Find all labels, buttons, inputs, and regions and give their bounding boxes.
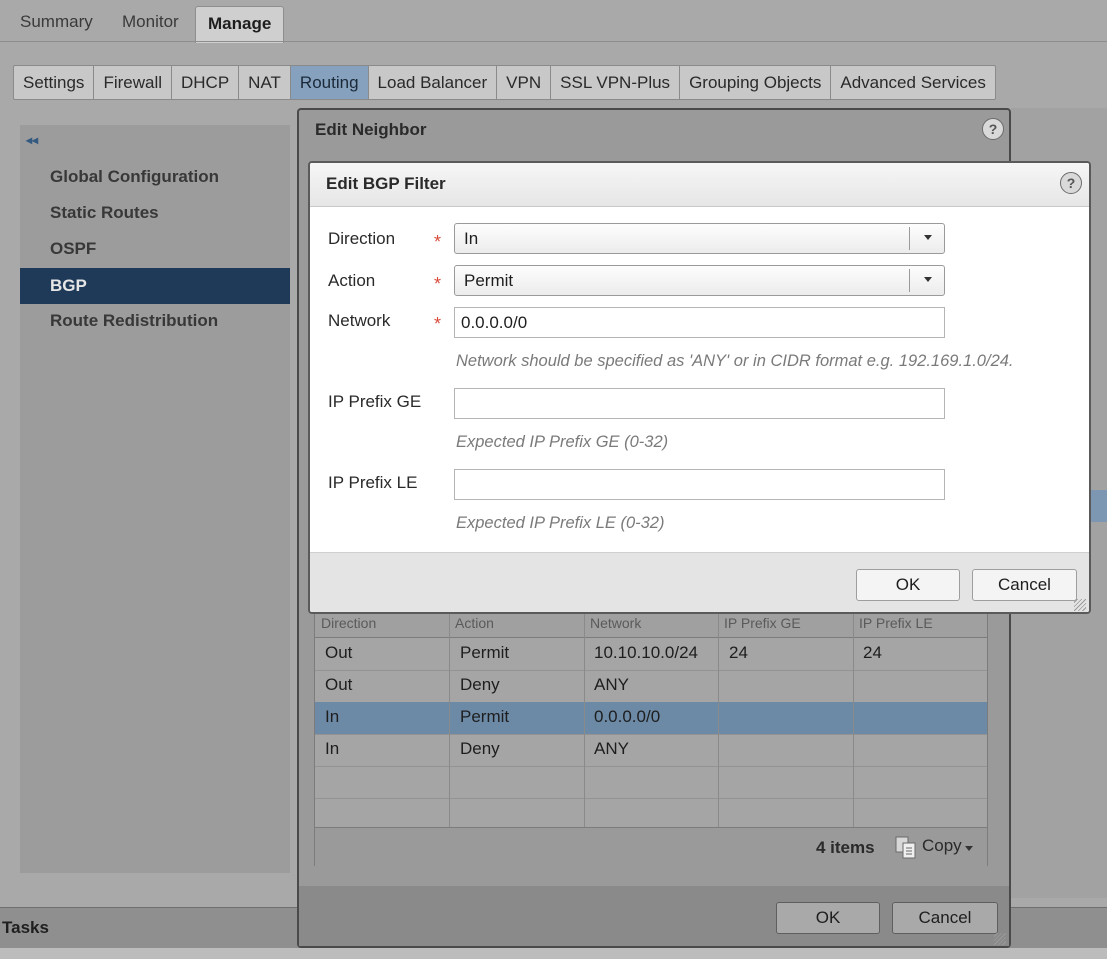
cell-network: ANY bbox=[594, 739, 629, 758]
network-label: Network bbox=[328, 311, 391, 330]
dialog-title: Edit BGP Filter bbox=[326, 174, 446, 193]
column-header-ip-prefix-ge[interactable]: IP Prefix GE bbox=[724, 615, 801, 631]
ip-prefix-ge-label: IP Prefix GE bbox=[328, 392, 422, 411]
cell-direction: Out bbox=[325, 675, 353, 694]
cell-action: Deny bbox=[460, 675, 500, 694]
subtab-firewall[interactable]: Firewall bbox=[94, 65, 172, 100]
tab-monitor[interactable]: Monitor bbox=[122, 8, 179, 40]
dialog-title-bar: Edit BGP Filter bbox=[310, 163, 1089, 207]
tasks-label: Tasks bbox=[2, 918, 49, 937]
copy-icon bbox=[895, 836, 916, 859]
resize-grip-icon[interactable] bbox=[1074, 599, 1086, 611]
action-value: Permit bbox=[464, 271, 514, 290]
subtab-dhcp[interactable]: DHCP bbox=[172, 65, 240, 100]
ip-prefix-ge-input[interactable] bbox=[454, 388, 945, 419]
neighbor-cancel-button[interactable]: Cancel bbox=[892, 902, 998, 934]
cell-network: 0.0.0.0/0 bbox=[594, 707, 661, 726]
cell-action: Permit bbox=[460, 643, 510, 662]
required-marker: * bbox=[434, 232, 442, 252]
nav-item-global-configuration[interactable]: Global Configuration bbox=[20, 159, 290, 195]
cell-action: Permit bbox=[460, 707, 510, 726]
select-divider bbox=[909, 227, 910, 250]
network-input[interactable] bbox=[454, 307, 945, 338]
item-count: 4 items bbox=[816, 838, 875, 857]
dialog-footer: OK Cancel bbox=[310, 552, 1089, 612]
ip-prefix-ge-hint: Expected IP Prefix GE (0-32) bbox=[456, 433, 669, 451]
subtab-routing[interactable]: Routing bbox=[290, 65, 369, 100]
ip-prefix-le-label: IP Prefix LE bbox=[328, 473, 418, 492]
sub-tab-bar: Settings Firewall DHCP NAT Routing Load … bbox=[13, 65, 996, 100]
network-hint: Network should be specified as 'ANY' or … bbox=[456, 352, 1014, 370]
tab-manage[interactable]: Manage bbox=[195, 6, 285, 43]
ip-prefix-le-input[interactable] bbox=[454, 469, 945, 500]
table-row-selected[interactable]: In Permit 0.0.0.0/0 bbox=[315, 702, 987, 735]
background-selected-row bbox=[1091, 490, 1107, 522]
action-label: Action bbox=[328, 271, 376, 290]
subtab-grouping-objects[interactable]: Grouping Objects bbox=[680, 65, 832, 100]
column-divider bbox=[584, 611, 585, 827]
table-row[interactable]: Out Permit 10.10.10.0/24 24 24 bbox=[315, 638, 987, 671]
cell-direction: In bbox=[325, 707, 340, 726]
cell-direction: Out bbox=[325, 643, 353, 662]
tab-summary[interactable]: Summary bbox=[20, 8, 93, 40]
column-divider bbox=[449, 611, 450, 827]
direction-value: In bbox=[464, 229, 479, 248]
cell-action: Deny bbox=[460, 739, 500, 758]
cell-ip-prefix-le: 24 bbox=[863, 643, 882, 662]
subtab-load-balancer[interactable]: Load Balancer bbox=[368, 65, 498, 100]
copy-label: Copy bbox=[922, 836, 962, 855]
edit-bgp-filter-dialog: Edit BGP Filter ? Direction * In Action … bbox=[308, 161, 1091, 614]
chevron-down-icon[interactable] bbox=[924, 235, 932, 240]
nav-item-ospf[interactable]: OSPF bbox=[20, 231, 290, 267]
help-icon[interactable]: ? bbox=[1060, 172, 1082, 194]
column-header-network[interactable]: Network bbox=[590, 615, 641, 631]
top-tabs-divider bbox=[0, 41, 1107, 42]
subtab-advanced-services[interactable]: Advanced Services bbox=[831, 65, 996, 100]
ok-button[interactable]: OK bbox=[856, 569, 960, 601]
direction-select[interactable]: In bbox=[454, 223, 945, 254]
ip-prefix-le-hint: Expected IP Prefix LE (0-32) bbox=[456, 514, 665, 532]
cell-ip-prefix-ge: 24 bbox=[729, 643, 748, 662]
column-header-action[interactable]: Action bbox=[455, 615, 494, 631]
table-row[interactable]: In Deny ANY bbox=[315, 734, 987, 767]
table-footer: 4 items Copy bbox=[315, 827, 987, 866]
table-row-empty bbox=[315, 766, 987, 799]
chevron-down-icon bbox=[965, 846, 973, 851]
required-marker: * bbox=[434, 274, 442, 294]
copy-button[interactable]: Copy bbox=[893, 834, 983, 860]
collapse-icon[interactable]: ◂◂ bbox=[26, 133, 38, 147]
subtab-vpn[interactable]: VPN bbox=[497, 65, 552, 100]
chevron-down-icon[interactable] bbox=[924, 277, 932, 282]
edit-neighbor-title: Edit Neighbor bbox=[315, 120, 427, 139]
column-header-ip-prefix-le[interactable]: IP Prefix LE bbox=[859, 615, 933, 631]
table-row-empty bbox=[315, 798, 987, 830]
required-marker: * bbox=[434, 314, 442, 334]
subtab-settings[interactable]: Settings bbox=[13, 65, 95, 100]
cell-network: ANY bbox=[594, 675, 629, 694]
select-divider bbox=[909, 269, 910, 292]
table-row[interactable]: Out Deny ANY bbox=[315, 670, 987, 703]
column-divider bbox=[853, 611, 854, 827]
bgp-filters-table: Direction Action Network IP Prefix GE IP… bbox=[314, 610, 988, 866]
column-header-direction[interactable]: Direction bbox=[321, 615, 376, 631]
subtab-nat[interactable]: NAT bbox=[239, 65, 291, 100]
direction-label: Direction bbox=[328, 229, 396, 248]
subtab-ssl-vpn-plus[interactable]: SSL VPN-Plus bbox=[551, 65, 681, 100]
nav-item-static-routes[interactable]: Static Routes bbox=[20, 195, 290, 231]
cell-network: 10.10.10.0/24 bbox=[594, 643, 698, 662]
help-icon[interactable]: ? bbox=[982, 118, 1004, 140]
neighbor-ok-button[interactable]: OK bbox=[776, 902, 880, 934]
resize-grip-icon[interactable] bbox=[994, 933, 1006, 945]
column-divider bbox=[718, 611, 719, 827]
bottom-strip bbox=[0, 948, 1107, 959]
action-select[interactable]: Permit bbox=[454, 265, 945, 296]
nav-item-route-redistribution[interactable]: Route Redistribution bbox=[20, 303, 290, 339]
routing-nav-panel: ◂◂ Global Configuration Static Routes OS… bbox=[20, 125, 290, 873]
table-header: Direction Action Network IP Prefix GE IP… bbox=[315, 611, 987, 638]
cell-direction: In bbox=[325, 739, 340, 758]
cancel-button[interactable]: Cancel bbox=[972, 569, 1077, 601]
nav-item-bgp[interactable]: BGP bbox=[20, 268, 290, 304]
